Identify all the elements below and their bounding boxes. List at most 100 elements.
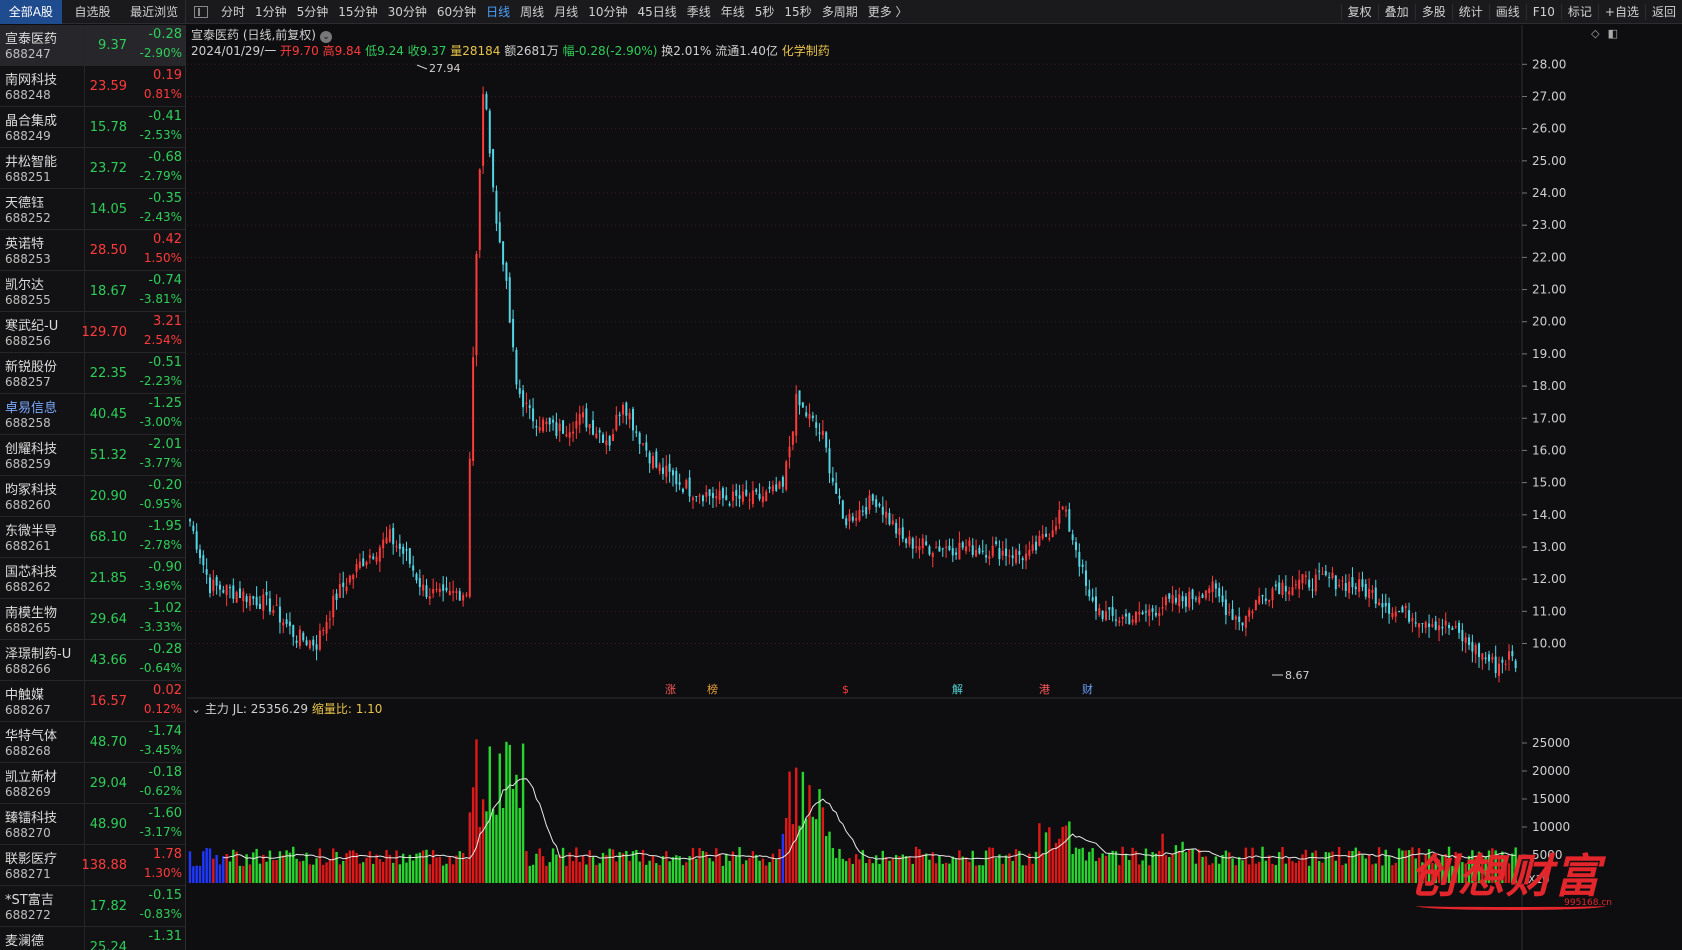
stock-row[interactable]: 凯立新材 688269 29.04 -0.18 -0.62% (0, 763, 185, 804)
kline-chart[interactable]: 28.00 27.00 26.00 25.00 24.00 23.00 22.00 21.00… (187, 25, 1682, 950)
candle-body (878, 503, 881, 506)
tool-button[interactable]: F10 (1525, 4, 1561, 20)
stock-row[interactable]: 英诺特 688253 28.50 0.42 1.50% (0, 230, 185, 271)
candle-body (1511, 650, 1514, 657)
stock-row[interactable]: 创耀科技 688259 51.32 -2.01 -3.77% (0, 435, 185, 476)
tool-button[interactable]: 复权 (1340, 4, 1378, 20)
volume-bar (964, 857, 968, 883)
period-tab[interactable]: 15秒 (779, 3, 816, 20)
stock-row[interactable]: 井松智能 688251 23.72 -0.68 -2.79% (0, 148, 185, 189)
stock-change: -0.28 (148, 27, 182, 42)
period-tab[interactable]: 5分钟 (292, 3, 334, 20)
candle-body (838, 495, 841, 499)
stock-row[interactable]: 联影医疗 688271 138.88 1.78 1.30% (0, 845, 185, 886)
stock-row[interactable]: 南网科技 688248 23.59 0.19 0.81% (0, 66, 185, 107)
candle-body (1431, 624, 1434, 627)
volume-bar (1387, 856, 1391, 883)
stock-row[interactable]: 臻镭科技 688270 48.90 -1.60 -3.17% (0, 804, 185, 845)
period-tab[interactable]: 更多 〉 (863, 3, 913, 20)
volume-bar (924, 853, 928, 883)
stock-change: -2.01 (148, 437, 182, 452)
diamond-icon[interactable]: ◇ (1591, 27, 1599, 40)
volume-bar (718, 853, 721, 883)
quote-field: 流通1.40亿 (715, 44, 782, 58)
stock-row[interactable]: 麦澜德 25.24 -1.31 (0, 927, 185, 950)
candle-body (671, 470, 674, 476)
candle-body (1154, 612, 1157, 616)
stock-row[interactable]: 新锐股份 688257 22.35 -0.51 -2.23% (0, 353, 185, 394)
tool-button[interactable]: 返回 (1644, 4, 1682, 20)
stock-code: 688262 (5, 580, 51, 594)
tab-recent[interactable]: 最近浏览 (123, 0, 185, 24)
volume-bar (578, 861, 581, 883)
volume-bar (362, 862, 365, 883)
stock-row[interactable]: 凯尔达 688255 18.67 -0.74 -3.81% (0, 271, 185, 312)
tool-button[interactable]: 画线 (1488, 4, 1526, 20)
stock-row[interactable]: 晶合集成 688249 15.78 -0.41 -2.53% (0, 107, 185, 148)
quote-field: 2024/01/29/一 (191, 44, 281, 58)
volume-bar (1294, 862, 1298, 883)
period-tab[interactable]: 5秒 (750, 3, 780, 20)
stock-row[interactable]: 南模生物 688265 29.64 -1.02 -3.33% (0, 599, 185, 640)
stock-row[interactable]: *ST富吉 688272 17.82 -0.15 -0.83% (0, 886, 185, 927)
period-tab[interactable]: 1分钟 (250, 3, 292, 20)
stock-row[interactable]: 华特气体 688268 48.70 -1.74 -3.45% (0, 722, 185, 763)
volume-bar (641, 849, 645, 883)
stock-row[interactable]: 卓易信息 688258 40.45 -1.25 -3.00% (0, 394, 185, 435)
candle-body (355, 564, 358, 572)
tool-button[interactable]: 叠加 (1377, 4, 1415, 20)
tool-button[interactable]: 标记 (1560, 4, 1598, 20)
volume-bar (1324, 851, 1328, 883)
stock-row[interactable]: 天德钰 688252 14.05 -0.35 -2.43% (0, 189, 185, 230)
period-tab[interactable]: 季线 (682, 3, 716, 20)
period-tab[interactable]: 60分钟 (432, 3, 481, 20)
stock-row[interactable]: 东微半导 688261 68.10 -1.95 -2.78% (0, 517, 185, 558)
candle-body (701, 495, 704, 502)
stock-row[interactable]: 宣泰医药 688247 9.37 -0.28 -2.90% (0, 25, 185, 66)
period-tab[interactable]: 10分钟 (583, 3, 632, 20)
quote-line: 2024/01/29/一 开9.70 高9.84 低9.24 收9.37 量28… (191, 42, 830, 59)
candle-body (1378, 602, 1381, 606)
stock-row[interactable]: 中触媒 688267 16.57 0.02 0.12% (0, 681, 185, 722)
y-tick-label: 20.00 (1532, 315, 1566, 329)
candle-body (425, 585, 428, 597)
tool-button[interactable]: +自选 (1597, 4, 1645, 20)
period-tab[interactable]: 分时 (216, 3, 250, 20)
row-divider (84, 148, 85, 188)
period-tab[interactable]: 15分钟 (333, 3, 382, 20)
volume-bar (1314, 850, 1318, 883)
volume-bar (635, 849, 638, 883)
candle-body (628, 412, 631, 420)
period-tab[interactable]: 周线 (515, 3, 549, 20)
stock-price: 23.72 (89, 161, 127, 176)
candle-body (845, 518, 848, 526)
stock-row[interactable]: 国芯科技 688262 21.85 -0.90 -3.96% (0, 558, 185, 599)
tab-watchlist[interactable]: 自选股 (62, 0, 124, 24)
period-tab[interactable]: 月线 (549, 3, 583, 20)
period-tab[interactable]: 多周期 (817, 3, 863, 20)
period-tab[interactable]: 30分钟 (383, 3, 432, 20)
stock-code: 688251 (5, 170, 51, 184)
sidebar-toggle-icon[interactable] (194, 5, 208, 18)
panel-icon[interactable]: ◧ (1608, 27, 1618, 40)
candle-body (1138, 611, 1141, 615)
volume-bar (961, 856, 964, 883)
volume-bar (295, 858, 298, 883)
volume-bar (685, 862, 688, 883)
row-divider (84, 435, 85, 475)
stock-row[interactable]: 寒武纪-U 688256 129.70 3.21 2.54% (0, 312, 185, 353)
tab-all-a-shares[interactable]: 全部A股 (0, 0, 62, 24)
period-tab[interactable]: 日线 (481, 3, 515, 20)
volume-bar (551, 848, 555, 883)
candle-body (1238, 616, 1241, 622)
volume-chevron-icon[interactable]: ⌄ (191, 702, 205, 716)
tool-button[interactable]: 多股 (1414, 4, 1452, 20)
period-tab[interactable]: 45日线 (632, 3, 681, 20)
stock-row[interactable]: 昀冢科技 688260 20.90 -0.20 -0.95% (0, 476, 185, 517)
tool-button[interactable]: 统计 (1451, 4, 1489, 20)
period-tab[interactable]: 年线 (716, 3, 750, 20)
volume-bar (1304, 849, 1308, 883)
volume-bar (378, 859, 382, 883)
stock-row[interactable]: 泽璟制药-U 688266 43.66 -0.28 -0.64% (0, 640, 185, 681)
volume-bar (645, 864, 648, 883)
